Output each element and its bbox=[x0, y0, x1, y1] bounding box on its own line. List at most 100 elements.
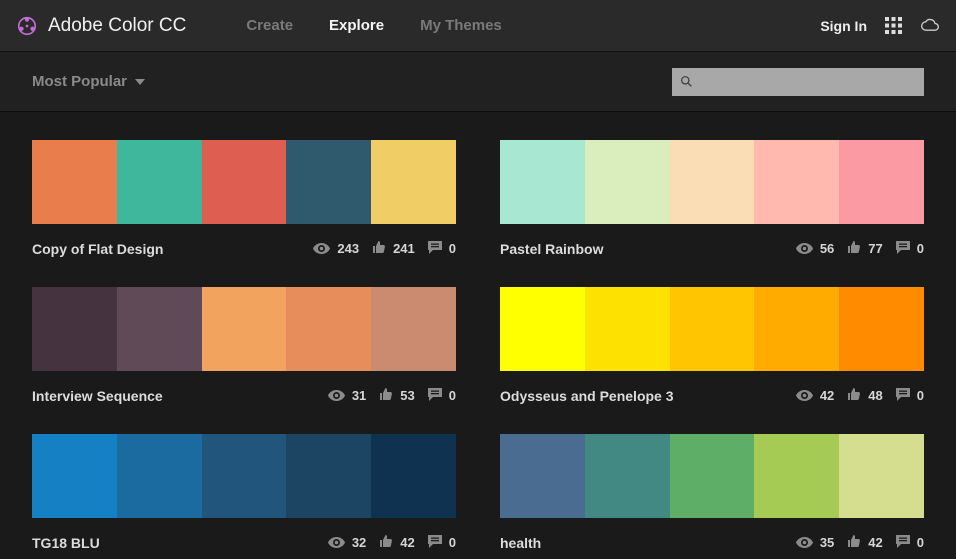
color-swatch[interactable] bbox=[117, 140, 202, 224]
views-icon bbox=[328, 535, 345, 551]
color-swatch[interactable] bbox=[202, 287, 287, 371]
theme-meta: Pastel Rainbow56770 bbox=[500, 240, 924, 257]
likes-count: 53 bbox=[400, 388, 414, 403]
swatch-row[interactable] bbox=[500, 287, 924, 371]
theme-meta: Odysseus and Penelope 342480 bbox=[500, 387, 924, 404]
color-swatch[interactable] bbox=[754, 287, 839, 371]
color-swatch[interactable] bbox=[202, 140, 287, 224]
main-nav: Create Explore My Themes bbox=[246, 17, 501, 34]
comments-icon bbox=[896, 388, 910, 404]
views-count: 31 bbox=[352, 388, 366, 403]
theme-title[interactable]: Copy of Flat Design bbox=[32, 241, 313, 257]
color-swatch[interactable] bbox=[371, 140, 456, 224]
sort-dropdown[interactable]: Most Popular bbox=[32, 73, 145, 90]
color-swatch[interactable] bbox=[585, 434, 670, 518]
chevron-down-icon bbox=[135, 79, 145, 85]
color-swatch[interactable] bbox=[117, 434, 202, 518]
views-count: 42 bbox=[820, 388, 834, 403]
search-input[interactable] bbox=[699, 74, 916, 90]
themes-grid: Copy of Flat Design 243 241 0 Pastel Rainbow… bbox=[0, 112, 956, 551]
views-icon bbox=[313, 241, 330, 257]
theme-title[interactable]: Odysseus and Penelope 3 bbox=[500, 388, 796, 404]
comments-icon bbox=[896, 535, 910, 551]
theme-meta: Interview Sequence 31 53 0 bbox=[32, 387, 456, 404]
color-wheel-icon bbox=[16, 15, 38, 37]
color-swatch[interactable] bbox=[202, 434, 287, 518]
views-icon bbox=[796, 241, 813, 257]
theme-meta: Copy of Flat Design 243 241 0 bbox=[32, 240, 456, 257]
theme-meta: health35420 bbox=[500, 534, 924, 551]
color-swatch[interactable] bbox=[585, 287, 670, 371]
search-box[interactable] bbox=[672, 68, 924, 96]
color-swatch[interactable] bbox=[371, 287, 456, 371]
views-count: 32 bbox=[352, 535, 366, 550]
theme-title[interactable]: health bbox=[500, 535, 796, 551]
likes-count: 77 bbox=[868, 241, 882, 256]
swatch-row[interactable] bbox=[32, 434, 456, 518]
color-swatch[interactable] bbox=[670, 434, 755, 518]
color-swatch[interactable] bbox=[500, 287, 585, 371]
comments-icon bbox=[896, 241, 910, 257]
comments-count: 0 bbox=[449, 388, 456, 403]
theme-title[interactable]: TG18 BLU bbox=[32, 535, 328, 551]
likes-icon bbox=[847, 240, 861, 257]
theme-card: Copy of Flat Design 243 241 0 bbox=[32, 140, 456, 257]
views-icon bbox=[796, 535, 813, 551]
theme-stats: 243 241 0 bbox=[313, 240, 456, 257]
swatch-row[interactable] bbox=[500, 140, 924, 224]
theme-title[interactable]: Pastel Rainbow bbox=[500, 241, 796, 257]
color-swatch[interactable] bbox=[32, 434, 117, 518]
theme-stats: 31 53 0 bbox=[328, 387, 456, 404]
color-swatch[interactable] bbox=[585, 140, 670, 224]
app-name: Adobe Color CC bbox=[48, 15, 186, 37]
color-swatch[interactable] bbox=[754, 434, 839, 518]
logo[interactable]: Adobe Color CC bbox=[16, 15, 186, 37]
color-swatch[interactable] bbox=[670, 140, 755, 224]
likes-count: 241 bbox=[393, 241, 415, 256]
color-swatch[interactable] bbox=[500, 140, 585, 224]
creative-cloud-icon[interactable] bbox=[920, 16, 940, 36]
theme-card: health35420 bbox=[500, 434, 924, 551]
theme-stats: 56770 bbox=[796, 240, 924, 257]
color-swatch[interactable] bbox=[32, 287, 117, 371]
swatch-row[interactable] bbox=[500, 434, 924, 518]
color-swatch[interactable] bbox=[286, 140, 371, 224]
likes-icon bbox=[847, 387, 861, 404]
theme-card: TG18 BLU32420 bbox=[32, 434, 456, 551]
color-swatch[interactable] bbox=[286, 434, 371, 518]
views-icon bbox=[796, 388, 813, 404]
color-swatch[interactable] bbox=[117, 287, 202, 371]
color-swatch[interactable] bbox=[754, 140, 839, 224]
search-icon bbox=[680, 75, 693, 88]
comments-icon bbox=[428, 535, 442, 551]
nav-explore[interactable]: Explore bbox=[329, 17, 384, 34]
nav-create[interactable]: Create bbox=[246, 17, 293, 34]
swatch-row[interactable] bbox=[32, 287, 456, 371]
likes-icon bbox=[372, 240, 386, 257]
top-bar: Adobe Color CC Create Explore My Themes … bbox=[0, 0, 956, 52]
nav-mythemes[interactable]: My Themes bbox=[420, 17, 502, 34]
color-swatch[interactable] bbox=[839, 140, 924, 224]
comments-count: 0 bbox=[449, 241, 456, 256]
theme-card: Odysseus and Penelope 342480 bbox=[500, 287, 924, 404]
color-swatch[interactable] bbox=[839, 434, 924, 518]
theme-meta: TG18 BLU32420 bbox=[32, 534, 456, 551]
right-nav: Sign In bbox=[820, 16, 940, 36]
signin-link[interactable]: Sign In bbox=[820, 18, 867, 34]
comments-count: 0 bbox=[917, 535, 924, 550]
views-count: 243 bbox=[337, 241, 359, 256]
theme-title[interactable]: Interview Sequence bbox=[32, 388, 328, 404]
likes-icon bbox=[379, 534, 393, 551]
color-swatch[interactable] bbox=[286, 287, 371, 371]
apps-grid-icon[interactable] bbox=[885, 17, 902, 34]
comments-icon bbox=[428, 241, 442, 257]
color-swatch[interactable] bbox=[670, 287, 755, 371]
theme-card: Interview Sequence 31 53 0 bbox=[32, 287, 456, 404]
color-swatch[interactable] bbox=[32, 140, 117, 224]
color-swatch[interactable] bbox=[371, 434, 456, 518]
color-swatch[interactable] bbox=[500, 434, 585, 518]
color-swatch[interactable] bbox=[839, 287, 924, 371]
swatch-row[interactable] bbox=[32, 140, 456, 224]
comments-count: 0 bbox=[449, 535, 456, 550]
sort-label: Most Popular bbox=[32, 73, 127, 90]
